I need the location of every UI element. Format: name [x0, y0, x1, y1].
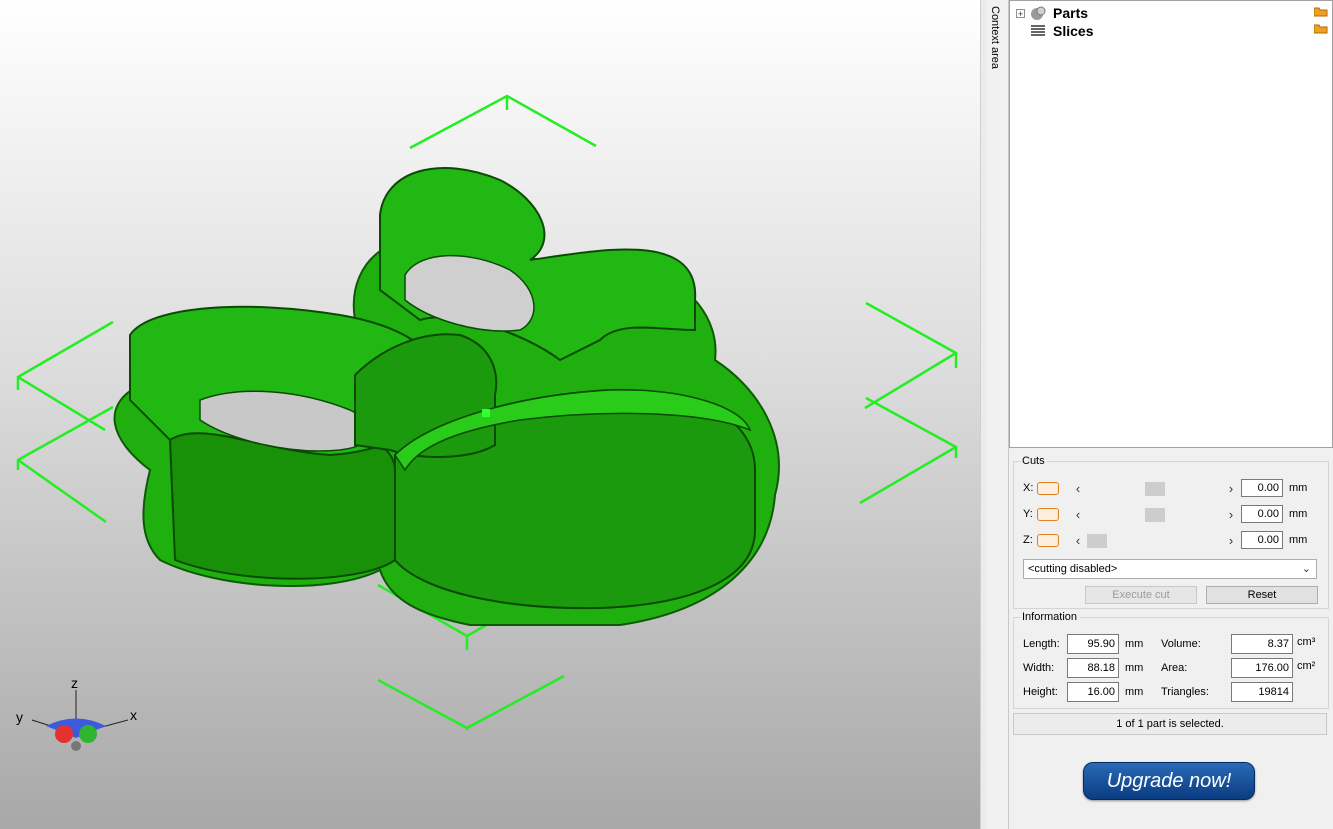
- width-label: Width:: [1023, 662, 1055, 674]
- area-unit: cm²: [1297, 660, 1316, 672]
- parts-icon: [1031, 6, 1046, 20]
- tree-item-label: Slices: [1053, 23, 1094, 39]
- cut-plane-y-icon[interactable]: [1037, 507, 1059, 521]
- open-folder-icon[interactable]: [1314, 23, 1328, 34]
- expand-icon[interactable]: +: [1016, 8, 1025, 18]
- axis-label-y: y: [16, 709, 23, 725]
- execute-cut-button[interactable]: Execute cut: [1085, 586, 1197, 604]
- context-area-label: Context area: [989, 6, 1001, 69]
- slices-icon: [1031, 25, 1045, 36]
- area-label: Area:: [1161, 662, 1188, 674]
- cut-plane-x-icon[interactable]: [1037, 481, 1059, 495]
- axis-label-x: x: [130, 707, 137, 723]
- width-unit: mm: [1125, 662, 1144, 674]
- slider-thumb[interactable]: [1087, 533, 1107, 548]
- unit-label: mm: [1289, 482, 1308, 494]
- 3d-viewport[interactable]: z x y: [0, 0, 980, 829]
- unit-label: mm: [1289, 508, 1308, 520]
- cut-mode-value: <cutting disabled>: [1028, 563, 1118, 575]
- chevron-down-icon: ⌄: [1301, 563, 1311, 575]
- slider-right-arrow-icon[interactable]: ›: [1226, 507, 1236, 522]
- selection-status: 1 of 1 part is selected.: [1013, 713, 1327, 735]
- cut-mode-select[interactable]: <cutting disabled> ⌄: [1023, 559, 1317, 579]
- cut-axis-label: X:: [1023, 482, 1034, 494]
- reset-button[interactable]: Reset: [1206, 586, 1318, 604]
- slider-thumb[interactable]: [1144, 481, 1165, 496]
- area-value: 176.00: [1231, 658, 1293, 678]
- open-folder-icon[interactable]: [1314, 6, 1328, 17]
- length-unit: mm: [1125, 638, 1144, 650]
- slider-thumb[interactable]: [1144, 507, 1165, 522]
- slider-left-arrow-icon[interactable]: ‹: [1073, 481, 1083, 496]
- cut-axis-label: Y:: [1023, 508, 1033, 520]
- slider-left-arrow-icon[interactable]: ‹: [1073, 533, 1083, 548]
- cut-row-z: Z: ‹ › 0.00 mm: [1023, 530, 1307, 550]
- cut-value-y[interactable]: 0.00: [1241, 505, 1283, 523]
- tree-item-slices[interactable]: Slices: [1016, 22, 1093, 40]
- context-area-tab[interactable]: Context area: [986, 0, 1009, 829]
- cut-axis-label: Z:: [1023, 534, 1033, 546]
- height-value: 16.00: [1067, 682, 1119, 702]
- height-unit: mm: [1125, 686, 1144, 698]
- slider-right-arrow-icon[interactable]: ›: [1226, 533, 1236, 548]
- cut-slider-z[interactable]: ‹ ›: [1073, 533, 1236, 548]
- axis-label-z: z: [71, 676, 78, 691]
- slider-left-arrow-icon[interactable]: ‹: [1073, 507, 1083, 522]
- width-value: 88.18: [1067, 658, 1119, 678]
- slider-right-arrow-icon[interactable]: ›: [1226, 481, 1236, 496]
- cut-value-x[interactable]: 0.00: [1241, 479, 1283, 497]
- unit-label: mm: [1289, 534, 1308, 546]
- volume-value: 8.37: [1231, 634, 1293, 654]
- triangles-label: Triangles:: [1161, 686, 1209, 698]
- parts-tree[interactable]: + Parts Slices: [1009, 0, 1333, 448]
- cut-value-z[interactable]: 0.00: [1241, 531, 1283, 549]
- volume-unit: cm³: [1297, 636, 1316, 648]
- cut-row-y: Y: ‹ › 0.00 mm: [1023, 504, 1307, 524]
- upgrade-button[interactable]: Upgrade now!: [1083, 762, 1255, 800]
- length-label: Length:: [1023, 638, 1060, 650]
- triangles-value: 19814: [1231, 682, 1293, 702]
- cut-slider-x[interactable]: ‹ ›: [1073, 481, 1236, 496]
- properties-panel: Cuts X: ‹ › 0.00 mm Y: ‹ › 0.00 mm Z: ‹ …: [1009, 449, 1333, 829]
- cuts-title: Cuts: [1022, 455, 1045, 467]
- information-title: Information: [1022, 611, 1078, 623]
- length-value: 95.90: [1067, 634, 1119, 654]
- cut-row-x: X: ‹ › 0.00 mm: [1023, 478, 1307, 498]
- selection-handle: [482, 409, 490, 417]
- tree-item-parts[interactable]: + Parts: [1016, 4, 1088, 22]
- height-label: Height:: [1023, 686, 1058, 698]
- cut-slider-y[interactable]: ‹ ›: [1073, 507, 1236, 522]
- volume-label: Volume:: [1161, 638, 1201, 650]
- tree-item-label: Parts: [1053, 5, 1089, 21]
- axis-gizmo: z x y: [16, 676, 137, 751]
- cut-plane-z-icon[interactable]: [1037, 533, 1059, 547]
